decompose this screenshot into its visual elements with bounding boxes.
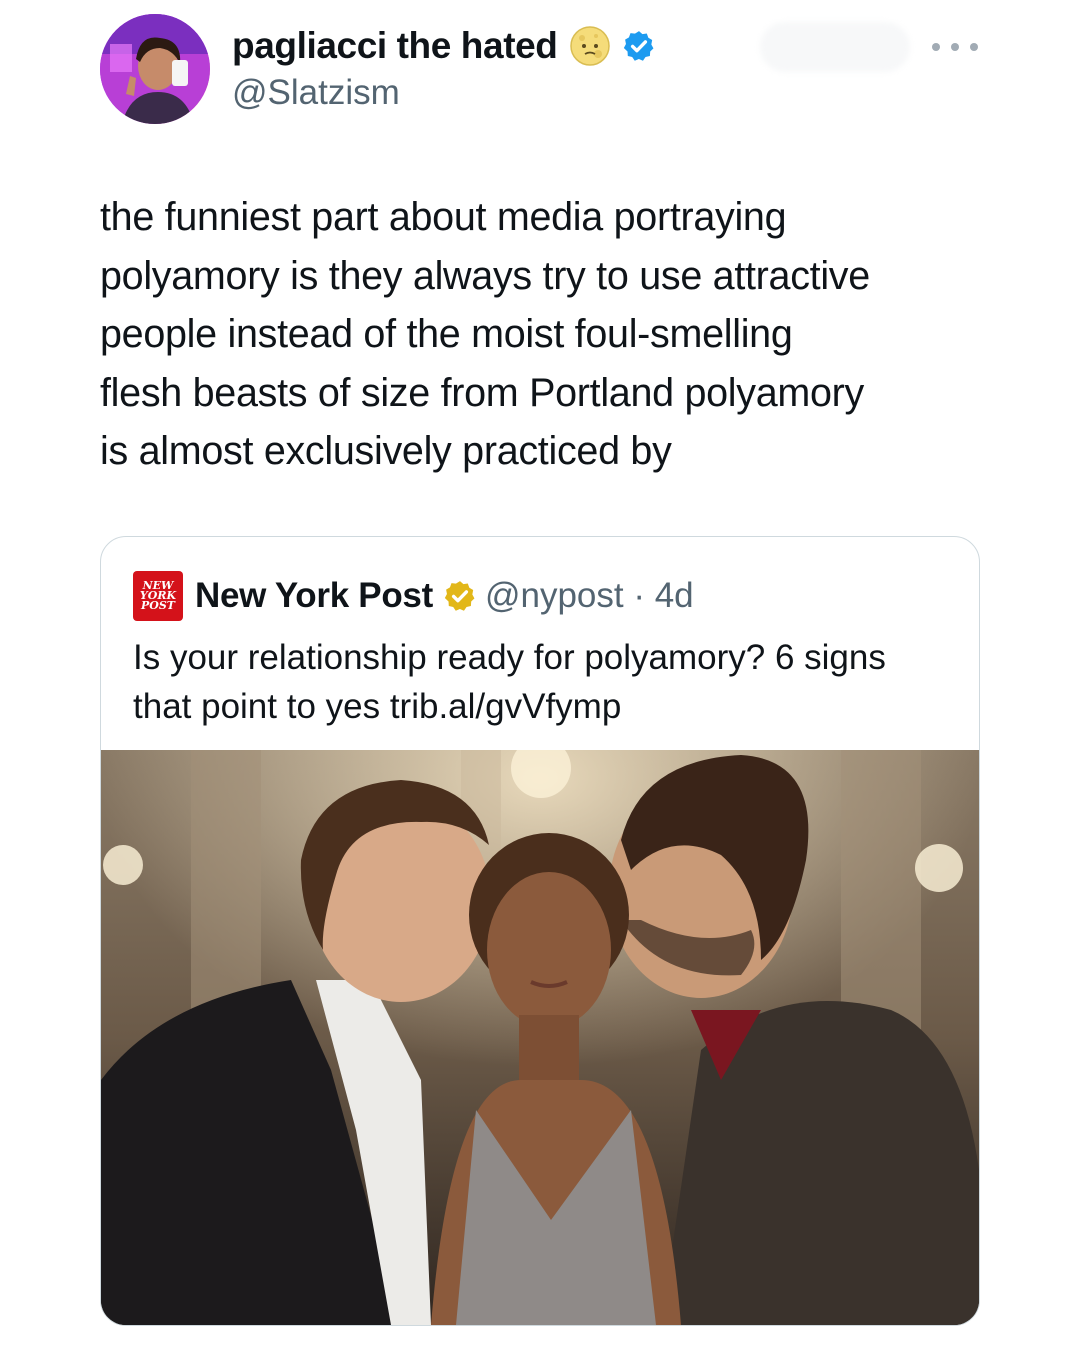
- quoted-tweet-card[interactable]: NEW YORK POST New York Post @nypost · 4d…: [100, 536, 980, 1326]
- quoted-article-photo[interactable]: [101, 750, 979, 1325]
- more-dot: [970, 43, 978, 51]
- quoted-tweet-text: Is your relationship ready for polyamory…: [133, 638, 886, 726]
- author-avatar[interactable]: [100, 14, 210, 124]
- gold-verified-badge-icon: [444, 581, 475, 611]
- more-dot: [932, 43, 940, 51]
- more-options-icon[interactable]: [932, 34, 978, 60]
- quoted-author-name[interactable]: New York Post: [195, 576, 433, 616]
- article-photo-illustration: [101, 750, 979, 1325]
- logo-line: POST: [141, 599, 175, 612]
- follow-button-blurred[interactable]: [760, 22, 910, 72]
- author-display-name[interactable]: pagliacci the hated: [232, 25, 558, 67]
- new-york-post-logo-icon[interactable]: NEW YORK POST: [133, 571, 183, 621]
- author-handle[interactable]: @Slatzism: [232, 73, 400, 113]
- more-dot: [951, 43, 959, 51]
- quoted-handle-time[interactable]: @nypost · 4d: [485, 576, 694, 616]
- tweet-text: the funniest part about media portraying…: [100, 195, 870, 473]
- moon-face-emoji-icon: [569, 26, 610, 66]
- avatar-photo: [100, 14, 210, 124]
- quoted-tweet-header: NEW YORK POST New York Post @nypost · 4d: [133, 571, 694, 621]
- verified-badge-icon: [623, 31, 653, 61]
- author-name-row[interactable]: pagliacci the hated: [232, 24, 656, 68]
